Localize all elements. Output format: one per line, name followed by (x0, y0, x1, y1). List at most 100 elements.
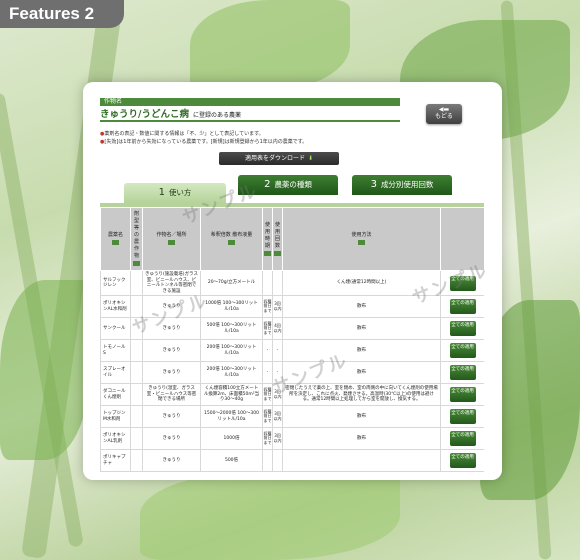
cell-pesticide-name: ダコニールくん煙剤 (100, 383, 131, 406)
cell-dilution: 1000倍 (200, 427, 263, 450)
col-header-count[interactable]: 使用回数 (272, 207, 283, 271)
cell-count: 3回以内 (272, 383, 283, 406)
download-icon: ⬇ (307, 155, 314, 162)
cell-formulation (130, 270, 143, 296)
pesticide-page: 作物名 きゅうり/うどんこ病 に登録のある農薬 ◀▬ もどる ●薬剤名の表記・数… (100, 98, 484, 478)
table-row: トモノール S きゅうり 200倍 100～300リットル/10a - - 散布 全ての適用 (100, 339, 484, 362)
cell-method: 散布 (282, 339, 441, 362)
all-applications-button[interactable]: 全ての適用 (449, 409, 476, 424)
cell-action: 全ての適用 (440, 405, 484, 428)
cell-method: 散布 (282, 295, 441, 318)
cell-count: - (272, 339, 283, 362)
cell-timing: - (262, 361, 273, 384)
cell-crop: きゅうり (142, 339, 201, 362)
tab-ingredient-count[interactable]: 3 成分別使用回数 (352, 175, 452, 195)
cell-timing: 収穫前日まで (262, 295, 273, 318)
feature-tag: Features 2 (0, 0, 124, 28)
sort-icon[interactable] (264, 250, 271, 256)
cell-dilution: 200倍 100～300リットル/10a (200, 339, 263, 362)
cell-pesticide-name: ポリオキシンAL乳剤 (100, 427, 131, 450)
cell-dilution: くん煙容積100立方メートル換算2m、床面積50m²当り30～40g (200, 383, 263, 406)
all-applications-button[interactable]: 全ての適用 (449, 453, 476, 468)
cell-dilution: 500倍 100～300リットル/10a (200, 317, 263, 340)
cell-action: 全ての適用 (440, 317, 484, 340)
cell-action: 全ての適用 (440, 270, 484, 296)
cell-count (272, 449, 283, 472)
all-applications-button[interactable]: 全ての適用 (449, 343, 476, 358)
sort-icon[interactable] (358, 240, 365, 245)
sort-icon[interactable] (274, 250, 281, 256)
table-row: スプレーオイル きゅうり 200倍 100～300リットル/10a - - 散布 全ての適用 (100, 361, 484, 384)
col-header-action (440, 207, 484, 271)
cell-dilution: 200倍 100～300リットル/10a (200, 361, 263, 384)
cell-method: 散布 (282, 405, 441, 428)
back-button-label: もどる (435, 113, 453, 120)
cell-timing: 収穫前日まで (262, 383, 273, 406)
cell-method: 散布 (282, 361, 441, 384)
tab-pesticide-type[interactable]: 2 農薬の種類 (238, 175, 338, 195)
cell-count: 3回以内 (272, 295, 283, 318)
cell-timing: 収穫前日まで (262, 427, 273, 450)
sort-icon[interactable] (133, 261, 140, 266)
col-header-crop[interactable]: 作物名／場所 (142, 207, 201, 271)
cell-action: 全ての適用 (440, 449, 484, 472)
cell-formulation (130, 383, 143, 406)
cell-formulation (130, 295, 143, 318)
crop-name: きゅうり/うどんこ病 (100, 109, 189, 120)
table-row: ポリオキシンAL乳剤 きゅうり 1000倍 収穫前日まで 3回以内 散布 全ての適用 (100, 427, 484, 450)
back-button[interactable]: ◀▬ もどる (426, 104, 462, 124)
cell-count (272, 270, 283, 296)
cell-crop: きゅうり(温室、ガラス室・ビニールハウス等密閉できる場所 (142, 383, 201, 406)
cell-pesticide-name: ポリオキシンAL水和剤 (100, 295, 131, 318)
all-applications-button[interactable]: 全ての適用 (449, 299, 476, 314)
cell-formulation (130, 361, 143, 384)
cell-method: 散布 (282, 427, 441, 450)
cell-count: - (272, 361, 283, 384)
col-header-type[interactable]: 剤型等の農作物 (130, 207, 143, 271)
all-applications-button[interactable]: 全ての適用 (449, 431, 476, 446)
cell-pesticide-name: サルフックジレン (100, 270, 131, 296)
cell-method: くん煙(通常12時間以上) (282, 270, 441, 296)
cell-action: 全ての適用 (440, 339, 484, 362)
table-row: トップジンM水和剤 きゅうり 1500～2000倍 100～300リットル/10a 収… (100, 405, 484, 428)
cell-dilution: 20～70g/立方メートル (200, 270, 263, 296)
sort-icon[interactable] (112, 240, 119, 245)
cell-dilution: 1000倍 100～300リットル/10a (200, 295, 263, 318)
cell-crop: きゅうり (142, 295, 201, 318)
tab-bar: 1 使い方 2 農薬の種類 3 成分別使用回数 (100, 175, 484, 207)
table-body: サルフックジレン きゅうり(施設栽培)ガラス室、ビニールハウス、ビニールトンネル等… (100, 270, 484, 472)
col-header-name[interactable]: 農薬名 (100, 207, 131, 271)
cell-pesticide-name: スプレーオイル (100, 361, 131, 384)
background-leaf (190, 0, 350, 90)
cell-action: 全ての適用 (440, 361, 484, 384)
cell-pesticide-name: サンクール (100, 317, 131, 340)
cell-count: 3回以内 (272, 405, 283, 428)
notes: ●薬剤名の表記・数値に関する情報は「不、少」として表記しています。 ●[失効]は… (100, 130, 484, 146)
all-applications-button[interactable]: 全ての適用 (449, 387, 476, 402)
tab-usage[interactable]: 1 使い方 (124, 183, 226, 203)
cell-dilution: 500倍 (200, 449, 263, 472)
sort-icon[interactable] (168, 240, 175, 245)
all-applications-button[interactable]: 全ての適用 (449, 275, 476, 291)
cell-pesticide-name: トモノール S (100, 339, 131, 362)
cell-crop: きゅうり (142, 427, 201, 450)
all-applications-button[interactable]: 全ての適用 (449, 321, 476, 336)
cell-dilution: 1500～2000倍 100～300リットル/10a (200, 405, 263, 428)
col-header-dilution[interactable]: 希釈倍数 散布液量 (200, 207, 263, 271)
cell-method (282, 449, 441, 472)
download-table-button[interactable]: 適用表をダウンロード ⬇ (219, 152, 339, 165)
background-leaf (140, 470, 400, 560)
col-header-method[interactable]: 使用方法 (282, 207, 441, 271)
cell-timing: 収穫前日まで (262, 317, 273, 340)
cell-formulation (130, 339, 143, 362)
cell-pesticide-name: トップジンM水和剤 (100, 405, 131, 428)
cell-timing (262, 270, 273, 296)
note-item: ●薬剤名の表記・数値に関する情報は「不、少」として表記しています。 (100, 131, 264, 137)
all-applications-button[interactable]: 全ての適用 (449, 365, 476, 380)
col-header-time[interactable]: 使用時期 (262, 207, 273, 271)
sort-icon[interactable] (228, 240, 235, 245)
download-label: 適用表をダウンロード (244, 155, 305, 162)
cell-timing (262, 449, 273, 472)
note-item: ●[失効]は1年前から失効になっている農薬です。[新規]は新規登録から1年以内の… (100, 139, 308, 145)
cell-formulation (130, 449, 143, 472)
